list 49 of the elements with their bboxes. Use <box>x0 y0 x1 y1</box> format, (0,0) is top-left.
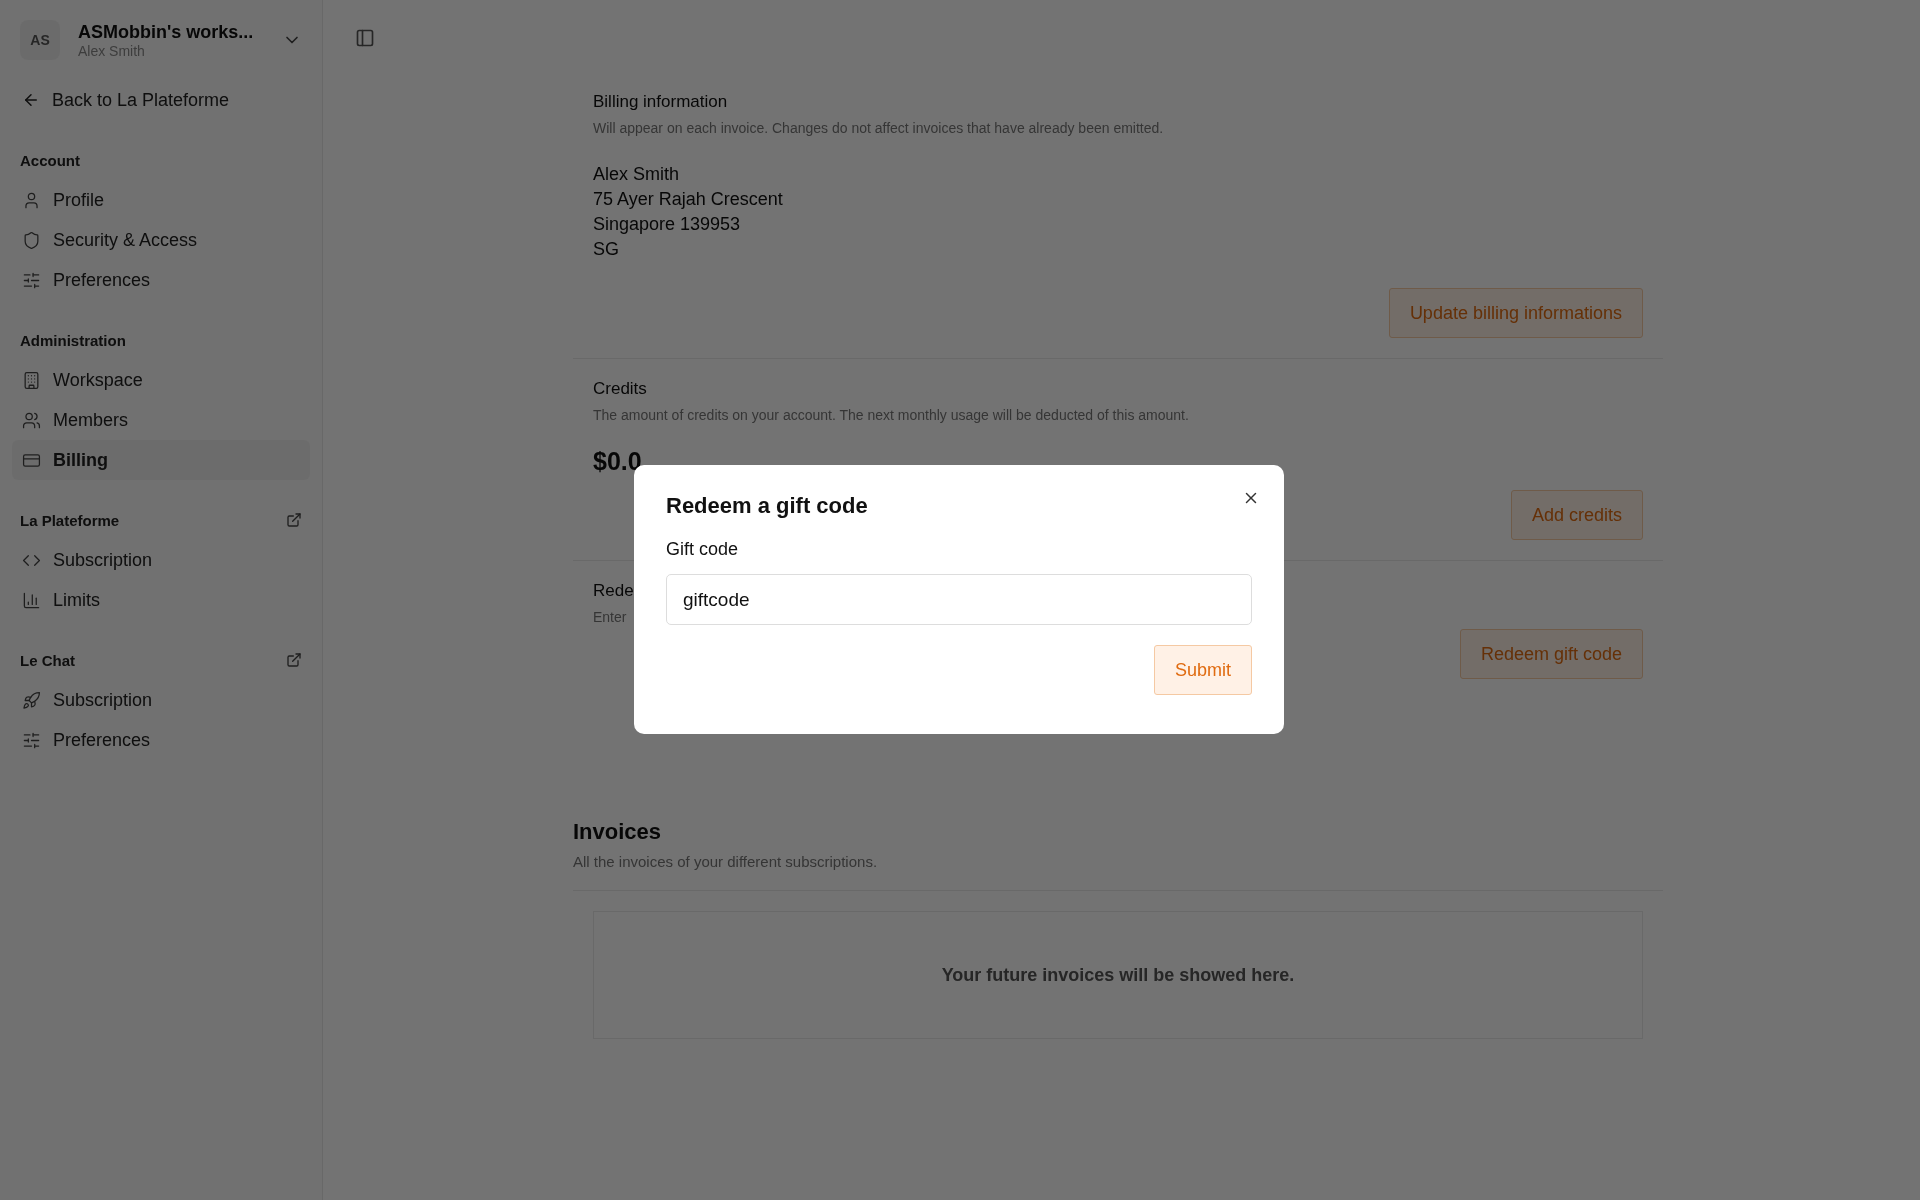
people-icon <box>22 410 41 430</box>
workspace-avatar: AS <box>20 20 60 60</box>
section-title: Administration <box>20 331 126 349</box>
section-title: La Plateforme <box>20 511 120 529</box>
sidebar-item[interactable]: Security & Access <box>12 220 310 260</box>
section-title: Rede <box>593 581 635 601</box>
sidebar-toggle-icon[interactable] <box>355 28 375 48</box>
dialog-title: Redeem a gift code <box>666 493 869 519</box>
submit-button[interactable]: Submit <box>1153 645 1252 695</box>
sidebar-item[interactable]: Profile <box>12 180 310 220</box>
sidebar-item[interactable]: Limits <box>12 580 310 620</box>
building-icon <box>22 370 41 390</box>
rocket-icon <box>22 690 41 710</box>
sidebar-item[interactable]: Subscription <box>12 680 310 720</box>
sidebar-item[interactable]: Preferences <box>12 720 310 760</box>
sidebar-item[interactable]: Billing <box>12 440 310 480</box>
gift-code-input[interactable]: giftcode <box>666 574 1252 625</box>
section-title: Credits <box>593 379 648 399</box>
address-line: Alex Smith <box>593 163 681 186</box>
bar-chart-icon <box>22 590 41 610</box>
invoices-title: Invoices <box>573 819 663 845</box>
sidebar-item[interactable]: Preferences <box>12 260 310 300</box>
sliders-icon <box>22 270 41 290</box>
section-title: Account <box>20 151 80 169</box>
sliders-icon <box>22 730 41 750</box>
credit-amount: $0.0 <box>593 447 643 476</box>
sidebar-item[interactable]: Workspace <box>12 360 310 400</box>
external-link-icon[interactable] <box>286 652 302 668</box>
section-title: Billing information <box>593 92 729 112</box>
section-title: Le Chat <box>20 651 75 669</box>
sidebar-item[interactable]: Subscription <box>12 540 310 580</box>
shield-icon <box>22 230 41 250</box>
address-line: Singapore 139953 <box>593 213 742 236</box>
sidebar-item[interactable]: Members <box>12 400 310 440</box>
address-line: SG <box>593 238 620 261</box>
add-credits-button[interactable]: Add credits <box>1510 490 1643 540</box>
field-label: Gift code <box>666 539 740 560</box>
external-link-icon[interactable] <box>286 512 302 528</box>
address-line: 75 Ayer Rajah Crescent <box>593 188 784 211</box>
workspace-name: ASMobbin's works... <box>78 21 255 43</box>
section-description: Will appear on each invoice. Changes do not affect invoices that have already been emitted. <box>593 120 1165 136</box>
update-billing-button[interactable]: Update billing informations <box>1388 288 1643 338</box>
section-description: Enter <box>593 609 628 625</box>
redeem-gift-code-button[interactable]: Redeem gift code <box>1459 629 1643 679</box>
empty-invoices-message: Your future invoices will be showed here. <box>593 911 1643 1039</box>
section-description: The amount of credits on your account. The next monthly usage will be deducted of this amount. <box>593 407 1190 423</box>
person-icon <box>22 190 41 210</box>
invoices-description: All the invoices of your different subscriptions. <box>573 853 1663 891</box>
back-link[interactable]: Back to La Plateforme <box>12 80 310 120</box>
